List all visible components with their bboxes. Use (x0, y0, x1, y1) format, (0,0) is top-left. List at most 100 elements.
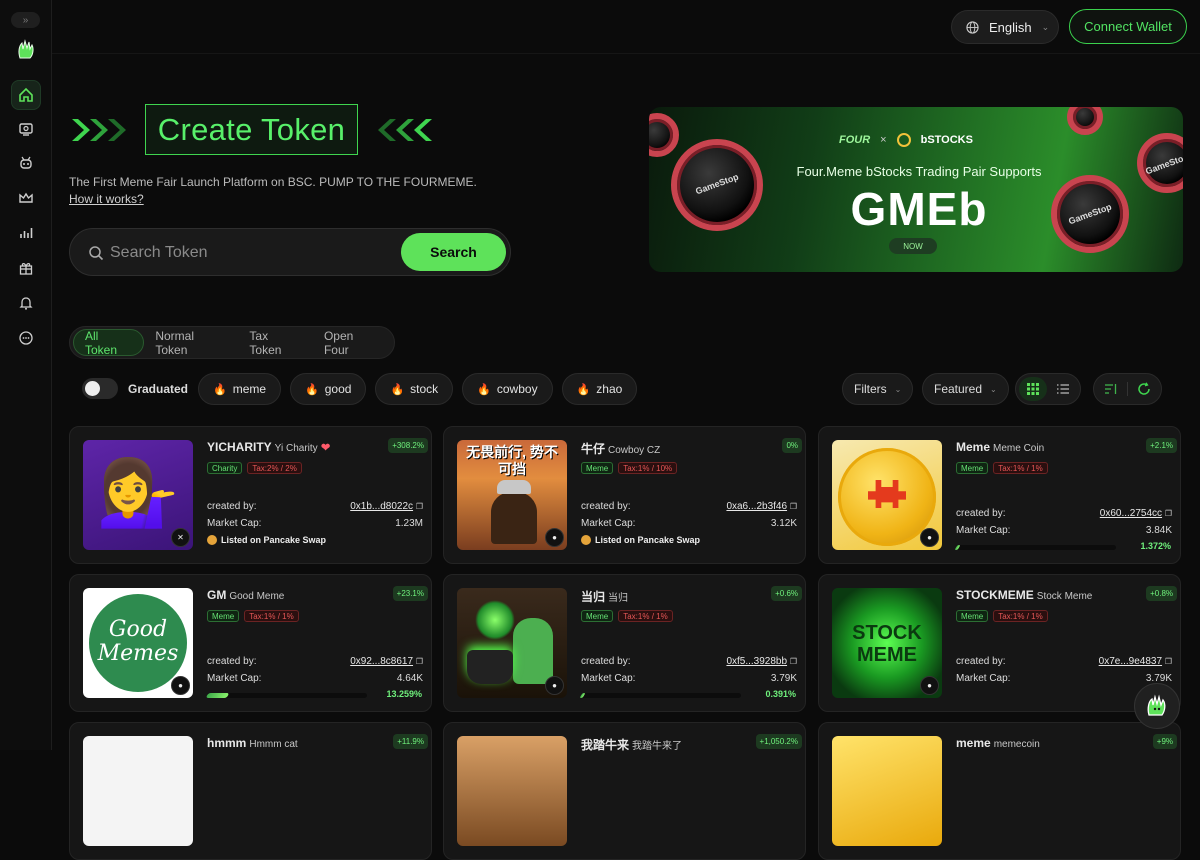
sort-dropdown[interactable]: Featured ⌄ (922, 373, 1009, 405)
connect-wallet-button[interactable]: Connect Wallet (1069, 9, 1187, 44)
creator-address-link[interactable]: 0xa6...2b3f46 (726, 501, 787, 512)
language-selector[interactable]: English ⌄ (951, 10, 1059, 44)
sidebar-collapse-button[interactable]: » (11, 12, 40, 28)
sidebar-item-robot[interactable] (11, 148, 41, 178)
sidebar-item-more[interactable] (11, 323, 41, 353)
creator-address-link[interactable]: 0x92...8c8617 (350, 656, 413, 667)
thumb-caption: Good Memes (97, 617, 179, 666)
token-full-name: Yi Charity (274, 443, 318, 454)
sidebar-item-ticket[interactable] (11, 114, 41, 144)
thumb-figure (513, 618, 553, 684)
token-thumbnail: Good Memes ● (83, 588, 193, 698)
market-cap-label: Market Cap: (581, 673, 636, 684)
sort-order-button[interactable] (1097, 377, 1125, 401)
chip-cowboy[interactable]: 🔥 cowboy (462, 373, 553, 405)
chip-label: cowboy (496, 382, 538, 396)
tab-tax-token[interactable]: Tax Token (238, 329, 313, 357)
creator-address-link[interactable]: 0x60...2754cc (1100, 508, 1162, 519)
chip-label: zhao (596, 382, 623, 396)
arrows-left-icon (378, 119, 432, 141)
chip-zhao[interactable]: 🔥 zhao (561, 373, 638, 405)
token-card[interactable]: Good Memes ● GM Good Meme +23.1% Meme Tax:1% /… (69, 574, 432, 712)
refresh-button[interactable] (1130, 377, 1158, 401)
search-icon (89, 246, 104, 261)
chevron-down-icon: ⌄ (990, 384, 997, 394)
price-change-badge: 0% (782, 438, 802, 453)
price-change-badge: +9% (1152, 734, 1177, 749)
copy-icon[interactable]: ❐ (790, 502, 797, 511)
token-card[interactable]: STOCK MEME ● STOCKMEME Stock Meme +0.8% Meme T… (818, 574, 1181, 712)
created-by-label: created by: (581, 656, 631, 667)
tab-all-token[interactable]: All Token (73, 329, 145, 357)
list-view-button[interactable] (1049, 377, 1077, 401)
bonding-progress-bar (205, 693, 367, 698)
token-full-name: 当归 (608, 593, 629, 604)
created-by-label: created by: (207, 501, 257, 512)
graduated-toggle[interactable] (82, 378, 118, 399)
thumb-glow (475, 600, 515, 640)
search-button[interactable]: Search (401, 233, 506, 271)
progress-fill (579, 693, 586, 698)
sidebar-item-gift[interactable] (11, 253, 41, 283)
created-by-label: created by: (956, 508, 1006, 519)
fire-icon: 🔥 (305, 383, 319, 396)
banner-subtitle: Four.Meme bStocks Trading Pair Supports (796, 164, 1042, 179)
token-card[interactable]: 我踏牛来 我踏牛来了 +1,050.2% (443, 722, 806, 860)
token-symbol: Meme (956, 440, 991, 454)
sidebar-item-notifications[interactable] (11, 288, 41, 318)
copy-icon[interactable]: ❐ (416, 502, 423, 511)
fourmeme-logo-icon[interactable] (14, 38, 38, 62)
token-thumbnail (83, 736, 193, 846)
chip-stock[interactable]: 🔥 stock (375, 373, 454, 405)
filters-button[interactable]: Filters ⌄ (842, 373, 914, 405)
chip-meme[interactable]: 🔥 meme (198, 373, 282, 405)
market-cap-label: Market Cap: (207, 673, 262, 684)
creator-address-link[interactable]: 0x1b...d8022c (350, 501, 413, 512)
copy-icon[interactable]: ❐ (1165, 509, 1172, 518)
tax-tag: Tax:1% / 1% (244, 610, 299, 622)
market-cap-label: Market Cap: (581, 518, 636, 529)
token-symbol: GM (207, 588, 227, 602)
market-cap-value: 3.79K (770, 673, 797, 684)
tab-normal-token[interactable]: Normal Token (144, 329, 238, 357)
how-it-works-link[interactable]: How it works? (69, 192, 144, 206)
search-input[interactable] (110, 241, 390, 265)
copy-icon[interactable]: ❐ (790, 657, 797, 666)
token-card[interactable]: ● 当归 当归 +0.6% Meme Tax:1% / 1% created by: 0xf5… (443, 574, 806, 712)
chip-good[interactable]: 🔥 good (290, 373, 367, 405)
token-thumbnail (457, 736, 567, 846)
chat-assistant-button[interactable] (1134, 683, 1180, 729)
created-by-label: created by: (581, 501, 631, 512)
tab-open-four[interactable]: Open Four (313, 329, 391, 357)
market-cap-value: 3.84K (1145, 525, 1172, 536)
arrows-right-icon (72, 119, 126, 141)
heart-icon: ❤ (321, 442, 331, 454)
tagline: The First Meme Fair Launch Platform on B… (69, 175, 477, 189)
token-card[interactable]: 💁‍♀️ ✕ YICHARITY Yi Charity ❤ +308.2% Charity… (69, 426, 432, 564)
fire-icon: 🔥 (477, 383, 491, 396)
token-card[interactable]: ● Meme Meme Coin +2.1% Meme Tax:1% / 1% create… (818, 426, 1181, 564)
sidebar-item-crown[interactable] (11, 183, 41, 213)
created-by-label: created by: (207, 656, 257, 667)
token-card[interactable]: 无畏前行, 势不可挡 ● 牛仔 Cowboy CZ 0% Meme Tax:1% / 10%… (443, 426, 806, 564)
token-card[interactable]: hmmm Hmmm cat +11.9% (69, 722, 432, 860)
promo-banner[interactable]: GameStop GameStop GameStop FOUR × bSTOCK… (649, 107, 1183, 272)
creator-address-link[interactable]: 0xf5...3928bb (726, 656, 787, 667)
grid-view-button[interactable] (1019, 377, 1047, 401)
banner-headline: GMEb (850, 183, 988, 235)
refresh-icon (1138, 382, 1150, 395)
copy-icon[interactable]: ❐ (1165, 657, 1172, 666)
thumb-pot (467, 650, 513, 684)
toggle-knob (85, 381, 100, 396)
tax-tag: Tax:1% / 1% (618, 610, 673, 622)
sidebar-item-home[interactable] (11, 80, 41, 110)
copy-icon[interactable]: ❐ (416, 657, 423, 666)
sidebar-item-ranking[interactable] (11, 218, 41, 248)
ticket-icon (19, 123, 33, 136)
creator-row: created by: 0xa6...2b3f46 ❐ (581, 501, 797, 512)
grid-icon (1027, 383, 1039, 395)
token-card[interactable]: meme memecoin +9% (818, 722, 1181, 860)
list-tools (1093, 373, 1162, 405)
creator-address-link[interactable]: 0x7e...9e4837 (1099, 656, 1162, 667)
token-symbol: meme (956, 736, 991, 750)
